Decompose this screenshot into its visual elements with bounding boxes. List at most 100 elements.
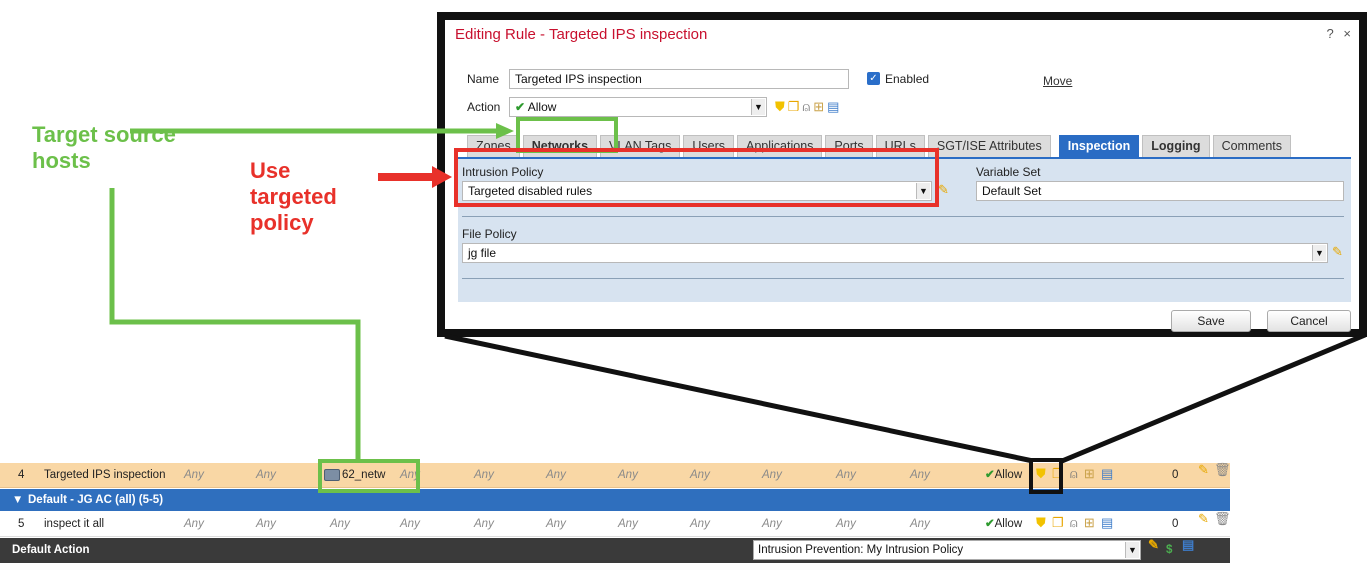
inspection-panel: Intrusion Policy Targeted disabled rules… (458, 157, 1351, 302)
rule-count: 0 (1172, 469, 1179, 481)
file-policy-select[interactable]: jg file ▼ (462, 243, 1328, 263)
rule-icons: ⛊ ❐ ⍝ ⊞ ▤ (1036, 512, 1116, 537)
rule-count: 0 (1172, 518, 1179, 530)
any-cell: Any (474, 469, 494, 481)
dialog-title: Editing Rule - Targeted IPS inspection (455, 26, 708, 43)
rule-action: ✔Allow (985, 512, 1022, 537)
rule-action-label: Allow (994, 518, 1023, 530)
rule-number: 5 (18, 518, 25, 530)
logging-icon[interactable]: ▤ (827, 100, 839, 114)
chevron-down-icon[interactable]: ▼ (751, 99, 765, 115)
edit-pencil-icon[interactable]: ✎ (1148, 538, 1159, 552)
network-object[interactable]: 62_netw (324, 463, 385, 488)
any-cell: Any (836, 518, 856, 530)
name-input[interactable]: Targeted IPS inspection (509, 69, 849, 89)
box-icon[interactable]: ⊞ (1084, 516, 1095, 530)
table-row[interactable]: 5 inspect it all Any Any Any Any Any Any… (0, 512, 1231, 537)
intrusion-policy-select[interactable]: Targeted disabled rules ▼ (462, 181, 932, 201)
action-icons: ⛊ ❐ ⍝ ⊞ ▤ (775, 100, 842, 114)
name-label: Name (467, 72, 500, 86)
tab-ports[interactable]: Ports (825, 135, 873, 157)
any-cell: Any (184, 469, 204, 481)
enabled-checkbox[interactable]: ✓ (867, 72, 880, 85)
edit-pencil-icon[interactable]: ✎ (938, 183, 949, 197)
cancel-button[interactable]: Cancel (1267, 310, 1351, 332)
default-action-row: Default Action Intrusion Prevention: My … (0, 538, 1230, 563)
edit-pencil-icon[interactable]: ✎ (1198, 512, 1209, 526)
file-policy-icon[interactable]: ❐ (1052, 516, 1064, 530)
tab-inspection[interactable]: Inspection (1058, 135, 1140, 157)
file-policy-icon[interactable]: ❐ (1052, 467, 1064, 481)
chevron-down-icon[interactable]: ▼ (12, 489, 23, 511)
rule-tabs: Zones Networks VLAN Tags Users Applicati… (467, 135, 1294, 157)
logging-icon[interactable]: ▤ (1182, 538, 1194, 552)
edit-pencil-icon[interactable]: ✎ (1332, 245, 1343, 259)
close-icon[interactable]: × (1343, 26, 1351, 41)
delete-icon[interactable]: 🗑 (1214, 463, 1231, 477)
box-icon[interactable]: ⊞ (813, 100, 824, 114)
table-row[interactable]: 4 Targeted IPS inspection Any Any 62_net… (0, 463, 1231, 488)
check-icon: ✔ (985, 469, 995, 481)
chevron-down-icon[interactable]: ▼ (916, 183, 930, 199)
section-label: Default - JG AC (all) (5-5) (28, 494, 164, 506)
tab-sgt-ise-attributes[interactable]: SGT/ISE Attributes (927, 135, 1051, 157)
dialog-controls: ? × (1321, 26, 1351, 41)
variable-set-input[interactable]: Default Set (976, 181, 1344, 201)
save-button[interactable]: Save (1171, 310, 1251, 332)
file-policy-label: File Policy (462, 227, 517, 241)
rule-name: Targeted IPS inspection (44, 469, 166, 481)
edit-pencil-icon[interactable]: ✎ (1198, 463, 1209, 477)
any-cell: Any (330, 518, 350, 530)
logging-icon[interactable]: ▤ (1101, 467, 1113, 481)
annotation-text: Target source hosts (32, 122, 176, 173)
action-value: Allow (527, 100, 557, 114)
tab-networks[interactable]: Networks (522, 135, 598, 157)
tab-applications[interactable]: Applications (737, 135, 823, 157)
delete-icon[interactable]: 🗑 (1214, 512, 1231, 526)
tab-comments[interactable]: Comments (1212, 135, 1292, 157)
any-cell: Any (910, 469, 930, 481)
any-cell: Any (400, 469, 420, 481)
file-policy-value: jg file (468, 246, 497, 260)
tab-vlan-tags[interactable]: VLAN Tags (600, 135, 681, 157)
tab-urls[interactable]: URLs (875, 135, 925, 157)
action-select[interactable]: ✔ Allow ▼ (509, 97, 767, 117)
user-icon[interactable]: ⍝ (1070, 467, 1078, 481)
move-link[interactable]: Move (1043, 74, 1072, 88)
chevron-down-icon[interactable]: ▼ (1312, 245, 1326, 261)
shield-icon[interactable]: ⛊ (775, 100, 785, 114)
action-label: Action (467, 100, 501, 114)
shield-icon[interactable]: ⛊ (1036, 516, 1046, 530)
default-action-label: Default Action (12, 544, 90, 556)
any-cell: Any (618, 469, 638, 481)
default-action-value: Intrusion Prevention: My Intrusion Polic… (758, 544, 964, 556)
user-icon[interactable]: ⍝ (802, 100, 810, 114)
rule-icons: ⛊ ❐ ⍝ ⊞ ▤ (1036, 463, 1116, 488)
tab-zones[interactable]: Zones (467, 135, 520, 157)
any-cell: Any (762, 518, 782, 530)
divider (462, 216, 1344, 217)
any-cell: Any (400, 518, 420, 530)
enabled-label: Enabled (885, 72, 930, 86)
file-policy-icon[interactable]: ❐ (788, 100, 800, 114)
rule-action: ✔Allow (985, 463, 1022, 488)
box-icon[interactable]: ⊞ (1084, 467, 1095, 481)
any-cell: Any (256, 518, 276, 530)
logging-icon[interactable]: ▤ (1101, 516, 1113, 530)
default-action-select[interactable]: Intrusion Prevention: My Intrusion Polic… (753, 540, 1141, 560)
any-cell: Any (836, 469, 856, 481)
tab-logging[interactable]: Logging (1142, 135, 1210, 157)
user-icon[interactable]: ⍝ (1070, 516, 1078, 530)
table-section-header[interactable]: ▼ Default - JG AC (all) (5-5) (0, 489, 1230, 511)
any-cell: Any (762, 469, 782, 481)
any-cell: Any (690, 469, 710, 481)
any-cell: Any (910, 518, 930, 530)
help-icon[interactable]: ? (1327, 26, 1334, 41)
any-cell: Any (256, 469, 276, 481)
shield-icon[interactable]: ⛊ (1036, 467, 1046, 481)
intrusion-policy-label: Intrusion Policy (462, 165, 544, 179)
chevron-down-icon[interactable]: ▼ (1125, 542, 1139, 558)
annotation-use-targeted-policy: Use targeted policy (250, 158, 370, 236)
variables-icon[interactable]: $ (1166, 538, 1172, 563)
tab-users[interactable]: Users (683, 135, 734, 157)
